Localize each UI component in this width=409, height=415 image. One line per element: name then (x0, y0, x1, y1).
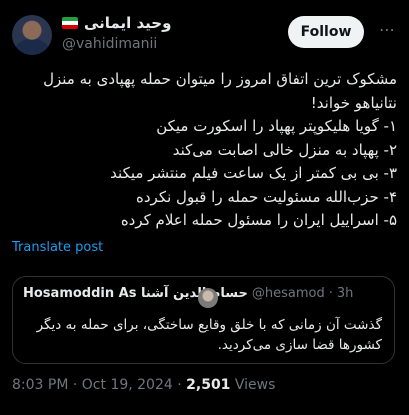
views-count: 2,501 (186, 377, 231, 393)
author-display-name[interactable]: وحید ایمانی (84, 14, 171, 32)
quoted-tweet[interactable]: Hosamoddin As حسام الدین آشنا @hesamod ·… (12, 276, 395, 364)
tweet-meta: 8:03 PM · Oct 19, 2024 · 2,501 Views (12, 377, 275, 393)
quote-header: Hosamoddin As حسام الدین آشنا @hesamod ·… (23, 286, 353, 301)
tweet-line: ۱- گویا هلیکوپتر پهپاد را اسکورت میکن (156, 117, 397, 135)
tweet-date[interactable]: Oct 19, 2024 (82, 377, 173, 393)
author-avatar[interactable] (12, 15, 52, 55)
quote-age: 3h (336, 286, 354, 301)
tweet-text: مشکوک ترین اتفاق امروز را میتوان حمله په… (12, 68, 397, 233)
tweet-line: ۲- پهپاد به منزل خالی اصابت می‌کند (172, 140, 397, 159)
views-label: Views (234, 377, 276, 393)
more-options-icon[interactable]: ⋯ (376, 20, 398, 42)
author-handle[interactable]: @vahidimanii (62, 36, 157, 52)
quote-author-handle: @hesamod (251, 286, 325, 301)
iran-flag-icon (62, 17, 78, 29)
quote-author-avatar (198, 288, 218, 308)
translate-post-link[interactable]: Translate post (12, 240, 103, 255)
tweet-line: ۴- حزب‌الله مسئولیت حمله را قبول نکرده (136, 187, 397, 206)
quote-text: گذشت آن زمانی که با خلق وقایع ساختگی، بر… (36, 317, 382, 353)
tweet-line: ۳- بی بی کمتر از یک ساعت فیلم منتشر میکن… (110, 164, 397, 182)
author-name-row[interactable]: وحید ایمانی (62, 14, 171, 32)
tweet-time[interactable]: 8:03 PM (12, 377, 68, 393)
tweet-line: ۵- اسراییل ایران را مسئول حمله اعلام کرد… (120, 211, 397, 229)
follow-button[interactable]: Follow (288, 16, 364, 48)
meta-separator: · (72, 377, 78, 393)
tweet-line: مشکوک ترین اتفاق امروز را میتوان حمله په… (43, 70, 397, 88)
tweet-line: نتانیاهو خواند! (310, 93, 397, 112)
meta-separator: · (177, 377, 182, 393)
quote-separator: · (328, 286, 333, 301)
